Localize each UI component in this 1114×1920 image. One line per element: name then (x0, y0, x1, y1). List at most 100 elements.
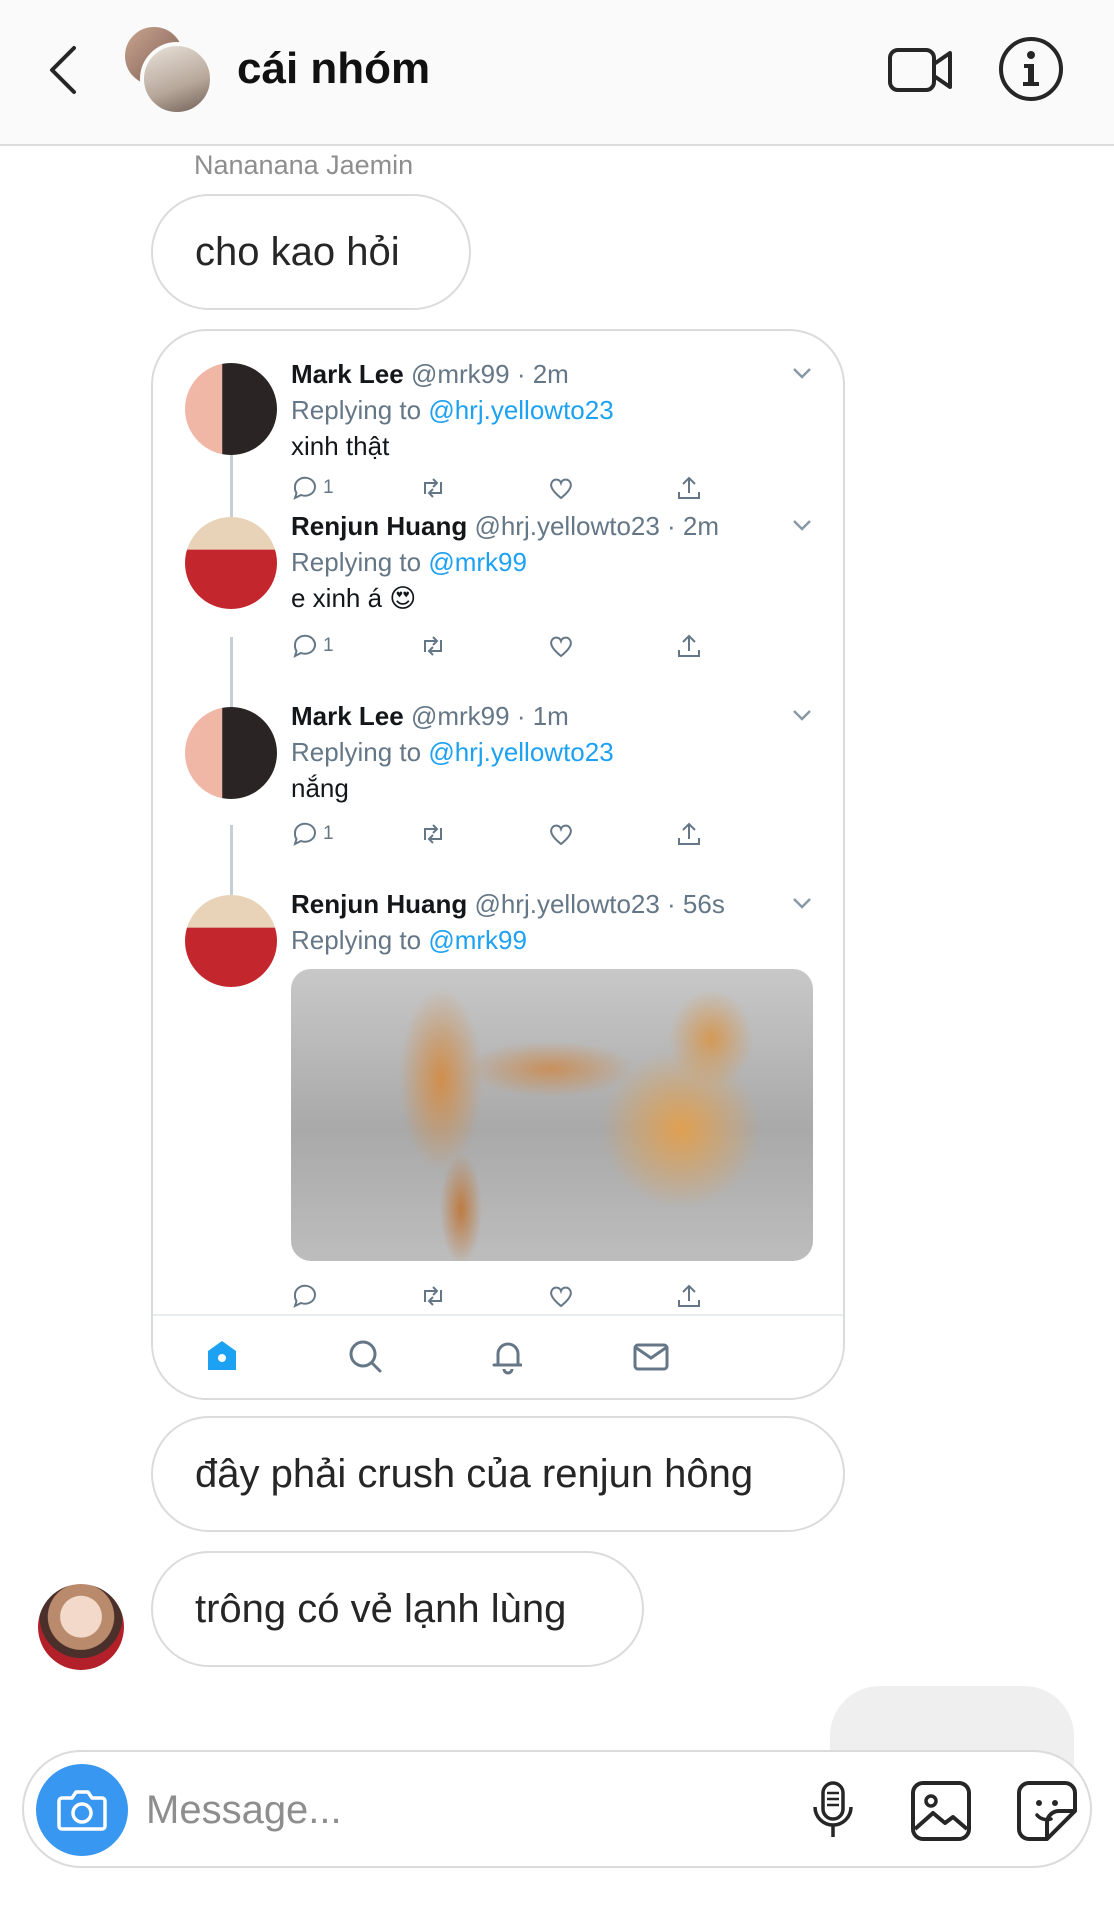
back-chevron-icon[interactable] (38, 40, 88, 100)
chat-header: cái nhóm (0, 0, 1114, 146)
replying-to-label: Replying to (291, 925, 429, 955)
share-icon (678, 822, 700, 845)
mention-link[interactable]: @hrj.yellowto23 (428, 395, 613, 425)
replying-to-label: Replying to (291, 547, 429, 577)
tweet-header: Renjun Huang @hrj.yellowto23 · 2m (291, 511, 719, 542)
tweet-text: nắng (291, 773, 349, 803)
message-composer (22, 1750, 1092, 1868)
avatar[interactable] (185, 707, 277, 799)
replying-to-label: Replying to (291, 737, 429, 767)
like-button[interactable] (547, 629, 575, 663)
tweet-author-name[interactable]: Renjun Huang (291, 511, 467, 541)
replying-to: Replying to @mrk99 (291, 925, 527, 956)
share-button[interactable] (675, 817, 703, 851)
search-icon[interactable] (343, 1334, 387, 1378)
home-icon[interactable] (200, 1334, 244, 1378)
share-button[interactable] (675, 629, 703, 663)
tweet-handle-time: @hrj.yellowto23 · 56s (474, 889, 725, 919)
avatar[interactable] (185, 517, 277, 609)
message-bubble[interactable]: cho kao hỏi (151, 194, 471, 310)
share-icon (678, 634, 700, 657)
retweet-icon (424, 478, 442, 498)
retweet-button[interactable] (419, 817, 447, 851)
retweet-icon (424, 824, 442, 844)
reply-icon (293, 1284, 316, 1308)
messages-mail-icon[interactable] (629, 1334, 673, 1378)
video-call-icon[interactable] (886, 38, 956, 102)
share-icon (678, 476, 700, 499)
reply-count: 1 (323, 635, 334, 656)
tweet-actions: 1 (291, 471, 811, 505)
tweet-text: e xinh á 😍 (291, 583, 417, 613)
mention-link[interactable]: @hrj.yellowto23 (428, 737, 613, 767)
tweet-author-name[interactable]: Mark Lee (291, 359, 404, 389)
heart-icon (550, 1286, 572, 1308)
tweet-actions: 1 (291, 817, 811, 851)
tweet-text: xinh thật (291, 431, 390, 461)
replying-to: Replying to @mrk99 (291, 547, 527, 578)
heart-icon (550, 824, 572, 846)
chevron-down-icon[interactable] (791, 517, 813, 533)
notifications-bell-icon[interactable] (486, 1334, 530, 1378)
chevron-down-icon[interactable] (791, 895, 813, 911)
share-button[interactable] (675, 1279, 703, 1313)
reply-icon (293, 822, 316, 846)
reply-button[interactable] (291, 1279, 319, 1313)
mention-link[interactable]: @mrk99 (428, 925, 527, 955)
heart-icon (550, 636, 572, 658)
camera-icon[interactable] (36, 1764, 128, 1856)
thread-line (230, 453, 233, 523)
replying-to-label: Replying to (291, 395, 429, 425)
reply-button[interactable]: 1 (291, 471, 334, 505)
tweet-header: Mark Lee @mrk99 · 1m (291, 701, 569, 732)
group-avatar[interactable] (122, 24, 214, 116)
tweet-header: Renjun Huang @hrj.yellowto23 · 56s (291, 889, 725, 920)
message-bubble[interactable]: trông có vẻ lạnh lùng (151, 1551, 644, 1667)
chat-title[interactable]: cái nhóm (237, 44, 430, 94)
like-button[interactable] (547, 1279, 575, 1313)
shared-post-card[interactable]: Mark Lee @mrk99 · 2m Replying to @hrj.ye… (151, 329, 845, 1400)
reply-icon (293, 476, 316, 500)
retweet-icon (424, 1286, 442, 1306)
avatar[interactable] (185, 363, 277, 455)
sticker-icon[interactable] (1014, 1778, 1080, 1844)
tweet-handle-time: @mrk99 · 1m (410, 701, 569, 731)
chevron-down-icon[interactable] (791, 365, 813, 381)
tweet-header: Mark Lee @mrk99 · 2m (291, 359, 569, 390)
replying-to: Replying to @hrj.yellowto23 (291, 395, 614, 426)
retweet-icon (424, 636, 442, 656)
reply-count: 1 (323, 823, 334, 844)
message-bubble[interactable]: đây phải crush của renjun hông (151, 1416, 845, 1532)
avatar[interactable] (38, 1584, 124, 1670)
heart-icon (550, 478, 572, 500)
tweet-handle-time: @hrj.yellowto23 · 2m (474, 511, 720, 541)
tweet-author-name[interactable]: Renjun Huang (291, 889, 467, 919)
reply-count: 1 (323, 477, 334, 498)
retweet-button[interactable] (419, 1279, 447, 1313)
like-button[interactable] (547, 471, 575, 505)
microphone-icon[interactable] (800, 1778, 866, 1844)
chevron-down-icon[interactable] (791, 707, 813, 723)
message-input[interactable] (146, 1778, 706, 1842)
twitter-tab-bar (153, 1314, 843, 1398)
avatar[interactable] (185, 895, 277, 987)
retweet-button[interactable] (419, 471, 447, 505)
reply-icon (293, 634, 316, 658)
retweet-button[interactable] (419, 629, 447, 663)
tweet-thread: Mark Lee @mrk99 · 2m Replying to @hrj.ye… (153, 331, 843, 1314)
sender-name: Nanananа Jaemin (194, 150, 414, 180)
share-icon (678, 1284, 700, 1307)
info-icon[interactable] (996, 34, 1066, 104)
tweet-author-name[interactable]: Mark Lee (291, 701, 404, 731)
reply-button[interactable]: 1 (291, 817, 334, 851)
mention-link[interactable]: @mrk99 (428, 547, 527, 577)
gallery-icon[interactable] (908, 1778, 974, 1844)
reply-button[interactable]: 1 (291, 629, 334, 663)
tweet-handle-time: @mrk99 · 2m (410, 359, 569, 389)
tweet-actions: 1 (291, 629, 811, 663)
replying-to: Replying to @hrj.yellowto23 (291, 737, 614, 768)
tweet-actions (291, 1279, 811, 1313)
share-button[interactable] (675, 471, 703, 505)
like-button[interactable] (547, 817, 575, 851)
tweet-media-image[interactable] (291, 969, 813, 1261)
